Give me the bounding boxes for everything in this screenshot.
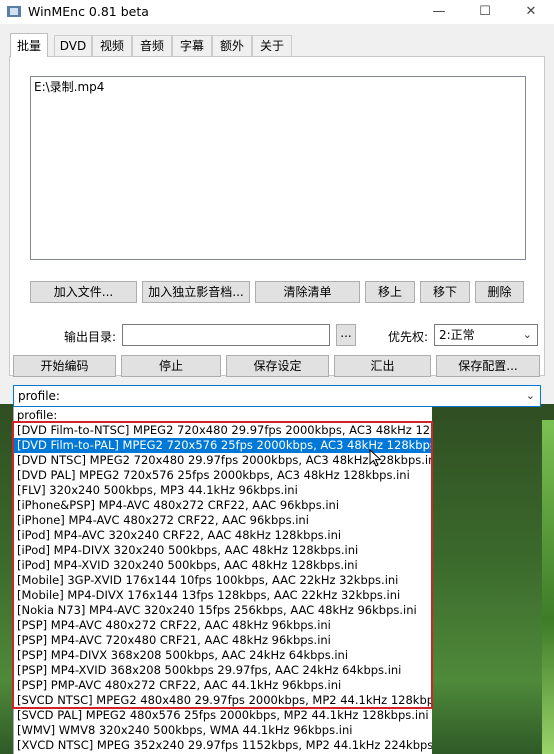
tab-video[interactable]: 视频 [92, 35, 132, 56]
browse-button[interactable]: ... [336, 324, 356, 346]
app-icon [7, 6, 21, 17]
tab-dvd[interactable]: DVD [54, 35, 92, 56]
output-dir-input[interactable] [122, 324, 330, 346]
move-up-button[interactable]: 移上 [365, 281, 415, 303]
add-audio-video-button[interactable]: 加入独立影音档... [142, 281, 250, 303]
file-list[interactable]: E:\录制.mp4 [30, 76, 526, 260]
mouse-cursor-icon [369, 449, 382, 467]
tab-extra[interactable]: 额外 [212, 35, 252, 56]
profile-selected-value: profile: [18, 389, 60, 403]
profile-option[interactable]: [WMV] WMV8 320x240 500kbps, WMA 44.1kHz … [14, 723, 352, 738]
save-settings-button[interactable]: 保存设定 [226, 355, 329, 377]
chevron-down-icon: ⌄ [522, 328, 532, 341]
priority-value: 2:正常 [439, 328, 475, 342]
tab-about[interactable]: 关于 [252, 35, 292, 56]
start-encode-button[interactable]: 开始编码 [13, 355, 116, 377]
output-dir-label: 输出目录: [64, 330, 117, 344]
tab-audio[interactable]: 音频 [132, 35, 172, 56]
profile-option[interactable]: [XVCD NTSC] MPEG 352x240 29.97fps 1152kb… [14, 738, 432, 753]
priority-select[interactable]: 2:正常 ⌄ [434, 324, 538, 346]
delete-button[interactable]: 删除 [475, 281, 524, 303]
close-button[interactable]: ✕ [508, 0, 554, 24]
desktop-wallpaper-leaf [542, 420, 554, 754]
app-window: WinMEnc 0.81 beta — ☐ ✕ 批量 DVD 视频 音频 字幕 … [0, 0, 554, 404]
stop-button[interactable]: 停止 [121, 355, 221, 377]
tab-batch[interactable]: 批量 [10, 33, 48, 57]
profile-select[interactable]: profile: ⌄ [13, 385, 541, 407]
add-file-button[interactable]: 加入文件... [30, 281, 137, 303]
export-button[interactable]: 汇出 [334, 355, 431, 377]
title-bar: WinMEnc 0.81 beta — ☐ ✕ [0, 0, 554, 24]
window-title: WinMEnc 0.81 beta [28, 4, 149, 19]
save-config-button[interactable]: 保存配置... [436, 355, 540, 377]
chevron-down-icon: ⌄ [525, 389, 535, 402]
minimize-button[interactable]: — [416, 0, 462, 24]
move-down-button[interactable]: 移下 [420, 281, 470, 303]
profile-option[interactable]: [SVCD PAL] MPEG2 480x576 25fps 2000kbps,… [14, 708, 429, 723]
maximize-button[interactable]: ☐ [462, 0, 508, 24]
list-item[interactable]: E:\录制.mp4 [34, 78, 104, 95]
tab-subtitle[interactable]: 字幕 [172, 35, 212, 56]
priority-label: 优先权: [388, 330, 429, 344]
clear-list-button[interactable]: 清除清单 [255, 281, 360, 303]
